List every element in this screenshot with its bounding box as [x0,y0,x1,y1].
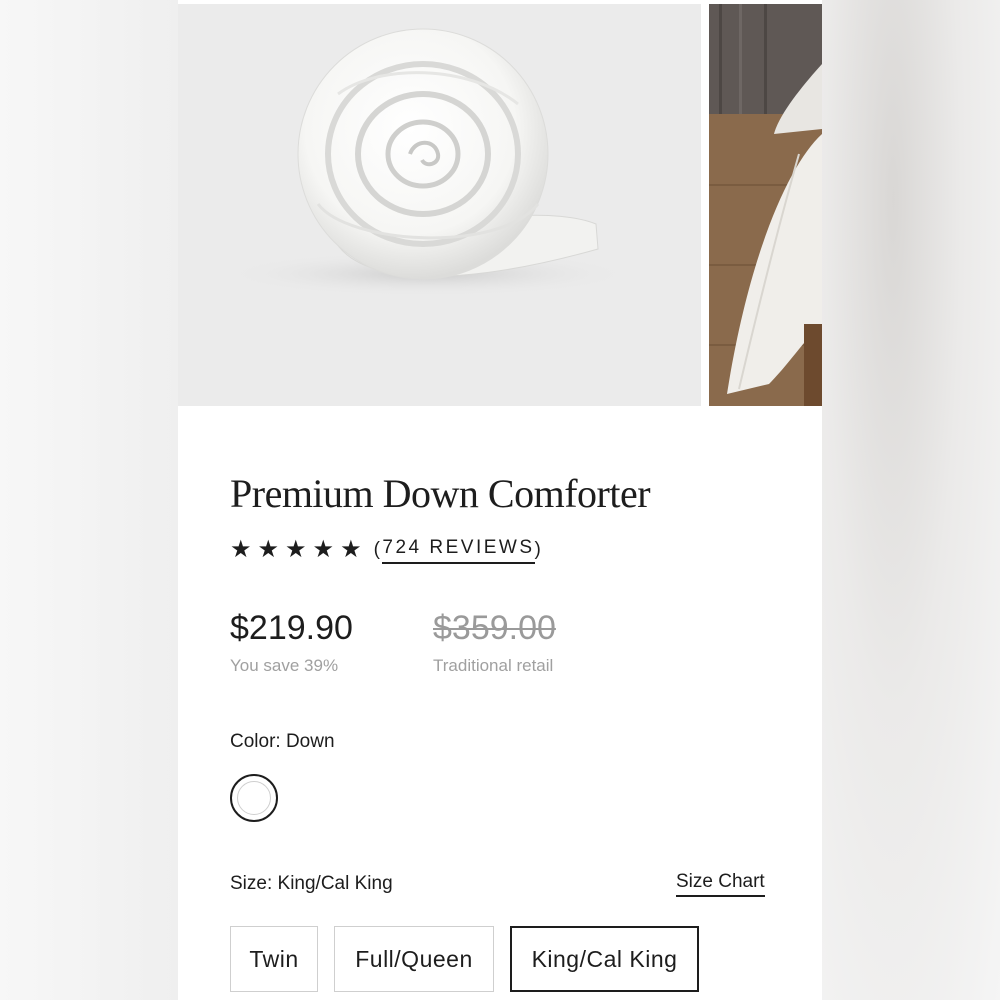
background-right [822,0,1000,1000]
product-page: Premium Down Comforter ★ ★ ★ ★ ★ ( 724 R… [178,0,822,1000]
current-price: $219.90 [230,609,353,647]
background-left [0,0,178,1000]
current-price-block: $219.90 You save 39% [230,608,353,676]
reviews-link[interactable]: ( 724 REVIEWS ) [374,535,544,564]
reviews-close-paren: ) [534,538,544,560]
star-icon: ★ [285,535,307,563]
rolled-comforter-illustration [178,4,701,406]
product-title: Premium Down Comforter [230,471,651,516]
size-option-king-cal-king[interactable]: King/Cal King [510,926,699,992]
savings-text: You save 39% [230,656,339,675]
color-swatch-fill [237,781,271,815]
bed-lifestyle-illustration [709,4,822,406]
size-option-twin[interactable]: Twin [230,926,318,992]
star-icon: ★ [230,535,252,563]
star-icon: ★ [312,535,335,563]
star-rating: ★ ★ ★ ★ ★ [230,535,362,563]
size-chart-link[interactable]: Size Chart [676,871,765,897]
original-price: $359.00 [433,609,556,647]
star-icon: ★ [340,535,362,563]
product-image-bed-lifestyle[interactable] [709,4,822,406]
reviews-count[interactable]: 724 REVIEWS [382,535,535,564]
product-rating: ★ ★ ★ ★ ★ ( 724 REVIEWS ) [230,535,543,564]
reviews-open-paren: ( [373,538,383,560]
original-price-caption: Traditional retail [433,656,554,675]
star-icon: ★ [257,535,280,563]
color-label: Color: Down [230,731,335,752]
size-label: Size: King/Cal King [230,873,393,894]
original-price-block: $359.00 Traditional retail [433,608,556,676]
image-gallery[interactable] [178,4,822,406]
product-image-rolled-comforter[interactable] [178,4,701,406]
color-swatch-down[interactable] [230,774,278,822]
size-option-full-queen[interactable]: Full/Queen [334,926,494,992]
